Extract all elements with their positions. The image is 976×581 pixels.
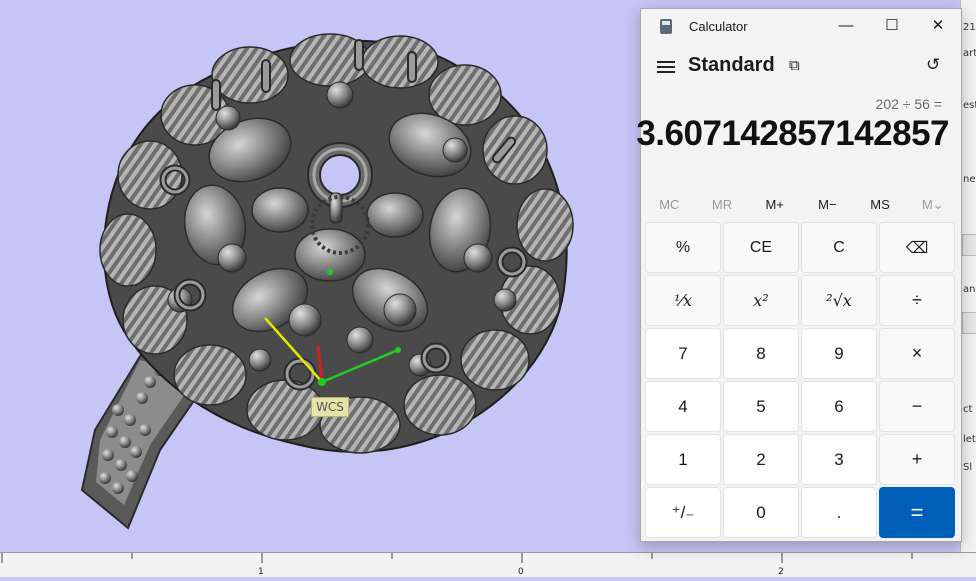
- window-title: Calculator: [689, 19, 748, 34]
- expression-display: 202 ÷ 56 =: [875, 96, 942, 112]
- side-panel-fragment: ct S: [963, 404, 976, 415]
- memory-add-button[interactable]: M+: [748, 189, 801, 221]
- decimal-button[interactable]: .: [801, 487, 877, 538]
- digit-9-button[interactable]: 9: [801, 328, 877, 379]
- cad-side-panel: 21 ( art: estic ne t anu ct S lete Sl: [960, 0, 976, 552]
- square-root-button[interactable]: ²√x: [801, 275, 877, 326]
- reciprocal-label: ⅟x: [673, 291, 693, 310]
- history-icon[interactable]: ↺: [926, 55, 940, 75]
- side-panel-fragment: 21 (: [963, 22, 976, 33]
- mode-title: Standard: [688, 54, 775, 76]
- square-button[interactable]: x²: [723, 275, 799, 326]
- keypad: % CE C ⌫ ⅟x x² ²√x ÷ 7 8 9 × 4 5 6 − 1 2…: [645, 222, 959, 538]
- backspace-button[interactable]: ⌫: [879, 222, 955, 273]
- memory-store-button[interactable]: MS: [854, 189, 907, 221]
- clear-entry-button[interactable]: CE: [723, 222, 799, 273]
- digit-5-button[interactable]: 5: [723, 381, 799, 432]
- memory-recall-button[interactable]: MR: [696, 189, 749, 221]
- negate-button[interactable]: ⁺/₋: [645, 487, 721, 538]
- ruler: 1 0 2: [0, 552, 976, 577]
- memory-list-button[interactable]: M⌄: [906, 189, 959, 221]
- side-panel-fragment[interactable]: Sl: [963, 462, 972, 473]
- side-panel-fragment: ne t: [963, 174, 976, 185]
- ruler-ticks: [1, 553, 913, 563]
- digit-0-button[interactable]: 0: [723, 487, 799, 538]
- side-panel-box[interactable]: [962, 234, 976, 256]
- side-panel-fragment: estic: [963, 100, 976, 111]
- plus-button[interactable]: +: [879, 434, 955, 485]
- memory-clear-button[interactable]: MC: [643, 189, 696, 221]
- side-panel-box[interactable]: [962, 312, 976, 334]
- reciprocal-button[interactable]: ⅟x: [645, 275, 721, 326]
- square-root-label: ²√x: [826, 291, 852, 310]
- divide-button[interactable]: ÷: [879, 275, 955, 326]
- memory-row: MC MR M+ M− MS M⌄: [643, 189, 959, 221]
- side-panel-fragment: art:: [963, 48, 976, 59]
- memory-subtract-button[interactable]: M−: [801, 189, 854, 221]
- result-display: 3.607142857142857: [636, 114, 949, 153]
- close-button[interactable]: ✕: [915, 9, 961, 43]
- calculator-window: Calculator — ☐ ✕ Standard ⧉ ↺ 202 ÷ 56 =…: [636, 8, 962, 542]
- digit-4-button[interactable]: 4: [645, 381, 721, 432]
- digit-3-button[interactable]: 3: [801, 434, 877, 485]
- keep-on-top-icon[interactable]: ⧉: [789, 57, 800, 74]
- side-panel-fragment: lete: [963, 434, 976, 445]
- equals-button[interactable]: =: [879, 487, 955, 538]
- square-label: x²: [753, 291, 769, 310]
- clear-button[interactable]: C: [801, 222, 877, 273]
- digit-6-button[interactable]: 6: [801, 381, 877, 432]
- maximize-button[interactable]: ☐: [869, 9, 915, 43]
- minus-button[interactable]: −: [879, 381, 955, 432]
- side-panel-fragment: anu: [963, 284, 976, 295]
- digit-2-button[interactable]: 2: [723, 434, 799, 485]
- digit-7-button[interactable]: 7: [645, 328, 721, 379]
- digit-1-button[interactable]: 1: [645, 434, 721, 485]
- percent-button[interactable]: %: [645, 222, 721, 273]
- menu-icon[interactable]: [657, 59, 675, 75]
- multiply-button[interactable]: ×: [879, 328, 955, 379]
- calculator-app-icon: [660, 19, 672, 34]
- minimize-button[interactable]: —: [823, 9, 869, 43]
- wcs-label: WCS: [311, 397, 349, 417]
- digit-8-button[interactable]: 8: [723, 328, 799, 379]
- title-bar[interactable]: Calculator — ☐ ✕: [641, 9, 961, 45]
